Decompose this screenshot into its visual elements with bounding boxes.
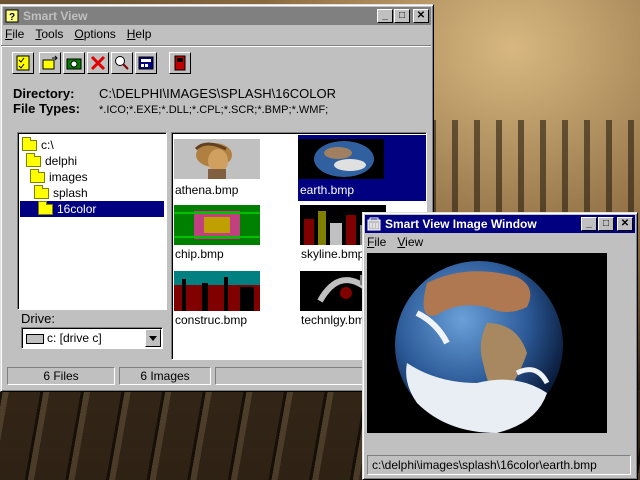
thumbnail-item-chip[interactable]: chip.bmp [172,201,298,267]
thumbnail-item-athena[interactable]: athena.bmp [172,133,298,201]
open-folder-icon [38,200,53,215]
camera-icon [66,58,82,70]
calculator-button[interactable] [135,52,157,74]
image-close-button[interactable]: ✕ [617,217,633,231]
chevron-down-icon [149,335,157,341]
chip-thumbnail [174,205,260,245]
main-menubar: File Tools Options Help [1,25,433,43]
maximize-button[interactable]: □ [394,9,410,23]
tree-label: delphi [45,154,78,168]
main-title: Smart View [23,9,88,23]
directory-value: C:\DELPHI\IMAGES\SPLASH\16COLOR [99,86,336,101]
status-images-text: 6 Images [140,369,190,383]
checklist-button[interactable] [12,52,34,74]
folder-arrow-icon [42,55,58,70]
delete-icon [90,55,106,71]
tree-item-delphi[interactable]: delphi [26,152,78,169]
directory-label: Directory: [13,86,75,101]
image-path-bar: c:\delphi\images\splash\16color\earth.bm… [367,455,631,475]
toolbar [1,45,431,80]
tree-item-splash[interactable]: splash [34,184,88,201]
thumbnail-caption: construc.bmp [175,313,248,327]
open-folder-icon [34,184,49,199]
tree-label: images [49,170,88,184]
thumbnail-caption: earth.bmp [300,183,355,197]
camera-button[interactable] [63,52,85,74]
image-menu-view[interactable]: View [397,235,423,249]
earth-image [395,261,563,433]
menu-tools[interactable]: Tools [35,27,63,41]
zoom-button[interactable] [111,52,133,74]
svg-text:?: ? [9,12,15,23]
status-files: 6 Files [7,367,115,385]
tree-label: 16color [57,202,97,216]
thumbnail-caption: technlgy.bmp [301,313,372,327]
open-folder-icon [26,152,41,167]
athena-thumbnail [174,139,260,179]
status-files-text: 6 Files [43,369,79,383]
filetypes-value: *.ICO;*.EXE;*.DLL;*.CPL;*.SCR;*.BMP;*.WM… [99,104,329,116]
image-menubar: File View [363,233,637,251]
thumbnail-caption: skyline.bmp [301,247,365,261]
thumbnail-item-earth[interactable]: earth.bmp [298,135,426,201]
close-button[interactable]: ✕ [413,9,429,23]
open-folder-button[interactable] [39,52,61,74]
checklist-icon [16,55,30,71]
image-path: c:\delphi\images\splash\16color\earth.bm… [372,458,597,472]
exit-icon [174,55,186,71]
open-folder-icon [30,168,45,183]
drive-value: c: [drive c] [47,331,102,345]
main-titlebar[interactable]: ? Smart View _ □ ✕ [3,7,431,25]
image-window-icon [367,217,381,231]
image-menu-file[interactable]: File [367,235,386,249]
menu-help[interactable]: Help [127,27,152,41]
dropdown-arrow-button[interactable] [145,329,161,347]
drive-icon [26,334,44,344]
thumbnail-caption: athena.bmp [175,183,239,197]
earth-thumbnail [298,139,384,179]
image-viewport [367,253,607,433]
delete-button[interactable] [87,52,109,74]
image-window: Smart View Image Window _ □ ✕ File View [362,212,638,480]
minimize-button[interactable]: _ [377,9,393,23]
thumbnail-item-construc[interactable]: construc.bmp [172,267,298,333]
directory-tree[interactable]: c:\ delphi images splash 16color [17,132,167,310]
menu-options[interactable]: Options [74,27,115,41]
tree-item-16color[interactable]: 16color [20,200,164,217]
tree-item-root[interactable]: c:\ [22,136,54,153]
drive-select[interactable]: c: [drive c] [21,327,163,349]
status-images: 6 Images [119,367,211,385]
construc-thumbnail [174,271,260,311]
exit-button[interactable] [169,52,191,74]
calculator-icon [138,56,154,70]
image-window-title: Smart View Image Window [385,217,537,231]
image-titlebar[interactable]: Smart View Image Window _ □ ✕ [365,215,635,233]
status-extra [215,367,365,385]
tree-item-images[interactable]: images [30,168,88,185]
image-maximize-button[interactable]: □ [598,217,614,231]
image-minimize-button[interactable]: _ [581,217,597,231]
zoom-icon [115,56,129,70]
menu-file[interactable]: File [5,27,24,41]
tree-label: splash [53,186,88,200]
open-folder-icon [22,136,37,151]
thumbnail-caption: chip.bmp [175,247,224,261]
drive-label: Drive: [21,311,55,326]
tree-label: c:\ [41,138,54,152]
app-icon: ? [5,9,19,23]
filetypes-label: File Types: [13,101,80,116]
